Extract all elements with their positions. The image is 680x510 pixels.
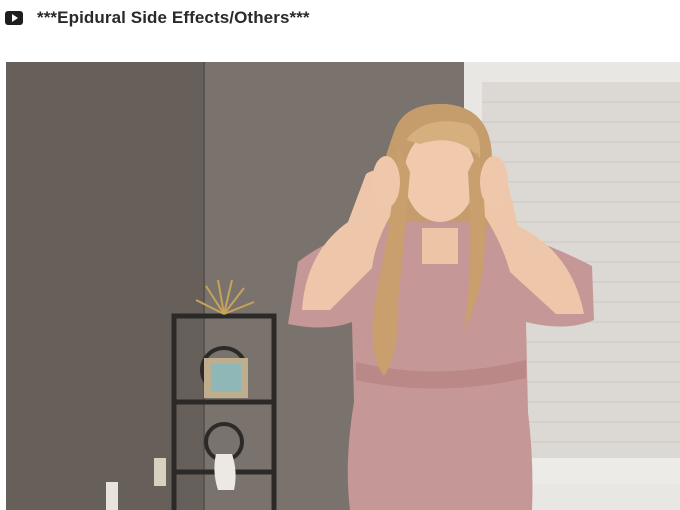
wall-outlet: [106, 482, 118, 510]
page: ***Epidural Side Effects/Others***: [0, 0, 680, 510]
video-player[interactable]: [6, 62, 680, 510]
vase: [214, 454, 236, 490]
light-switch: [154, 458, 166, 486]
video-frame: [6, 62, 680, 510]
play-icon[interactable]: [5, 11, 23, 25]
video-title: ***Epidural Side Effects/Others***: [37, 8, 310, 27]
video-header: ***Epidural Side Effects/Others***: [0, 0, 680, 40]
